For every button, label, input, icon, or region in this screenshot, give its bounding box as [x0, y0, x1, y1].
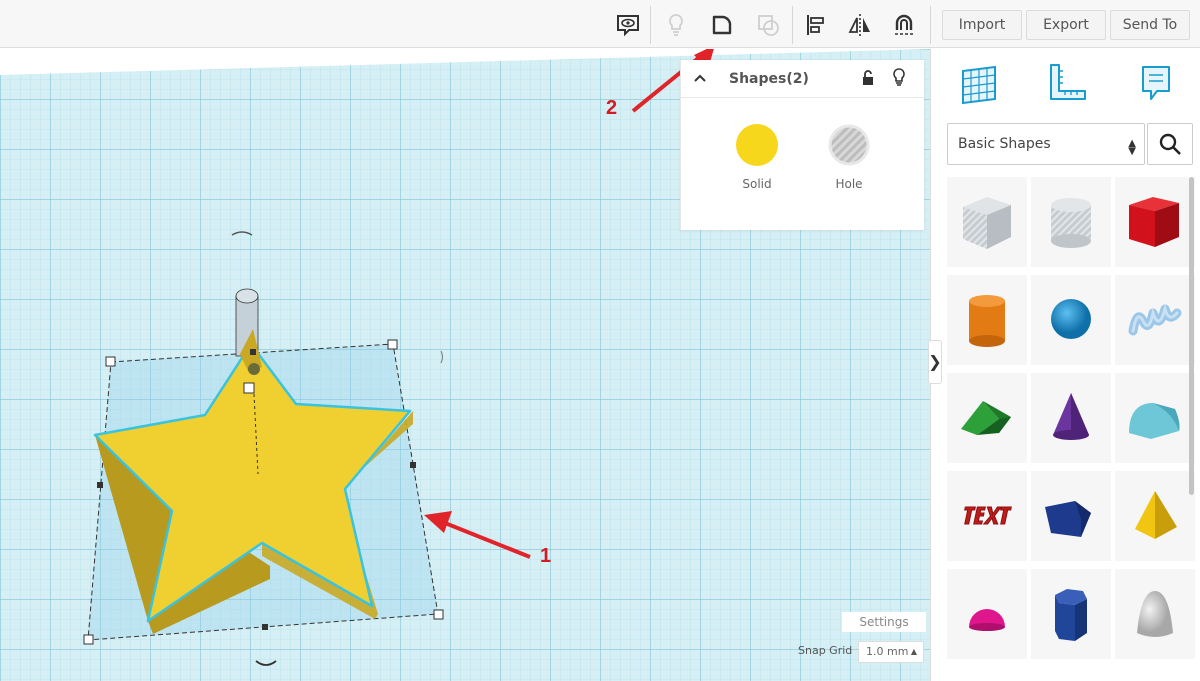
shape-roof[interactable] — [947, 373, 1027, 463]
shape-paraboloid[interactable] — [1115, 569, 1195, 659]
shape-text[interactable] — [947, 471, 1027, 561]
resize-handle-bottom-left[interactable] — [83, 634, 94, 645]
snap-grid-select[interactable]: 1.0 mm ▲ — [858, 641, 924, 663]
solid-label: Solid — [742, 177, 772, 191]
shape-cylinder-hole[interactable] — [1031, 177, 1111, 267]
shape-pyramid[interactable] — [1115, 471, 1195, 561]
solid-swatch[interactable] — [736, 124, 778, 166]
workplane-grid-icon[interactable] — [957, 61, 1003, 107]
hole-label: Hole — [835, 177, 863, 191]
shape-polygon[interactable] — [1031, 471, 1111, 561]
chevron-right-icon: ❯ — [928, 354, 942, 371]
note-eye-icon[interactable] — [608, 6, 648, 44]
shape-library-panel: Basic Shapes ▲ ▼ — [930, 49, 1200, 681]
resize-handle-right[interactable] — [410, 462, 416, 468]
shape-box[interactable] — [1115, 177, 1195, 267]
search-icon — [1159, 133, 1181, 155]
shape-sphere[interactable] — [1031, 275, 1111, 365]
shape-search-button[interactable] — [1147, 123, 1193, 165]
lightbulb-icon[interactable] — [891, 67, 907, 87]
shape-scribble[interactable] — [1115, 275, 1195, 365]
shape-cone[interactable] — [1031, 373, 1111, 463]
shape-category-value: Basic Shapes — [958, 136, 1051, 152]
shape-category-select[interactable]: Basic Shapes ▲ ▼ — [947, 123, 1145, 165]
snap-grid-value: 1.0 mm — [866, 645, 909, 658]
shape-half-sphere[interactable] — [947, 569, 1027, 659]
export-button[interactable]: Export — [1026, 10, 1106, 40]
annotation-label-1: 1 — [540, 545, 552, 567]
settings-button[interactable]: Settings — [842, 612, 926, 632]
send-to-button[interactable]: Send To — [1110, 10, 1190, 40]
shape-round-roof[interactable] — [1115, 373, 1195, 463]
resize-handle-bottom-right[interactable] — [433, 609, 444, 620]
top-toolbar: Import Export Send To — [0, 0, 1200, 48]
shape-box-hole[interactable] — [947, 177, 1027, 267]
annotation-label-2: 2 — [606, 97, 618, 119]
import-button[interactable]: Import — [942, 10, 1022, 40]
caret-up-icon: ▲ — [910, 647, 917, 656]
notes-icon[interactable] — [1133, 61, 1179, 107]
chevron-up-icon[interactable] — [693, 73, 707, 83]
shapes-inspector-panel: Shapes(2) Solid Hole — [680, 60, 924, 230]
collapse-panel-button[interactable]: ❯ — [928, 340, 942, 384]
lightbulb-icon[interactable] — [656, 6, 696, 44]
library-scrollbar[interactable] — [1189, 177, 1194, 495]
resize-handle-top-left[interactable] — [105, 356, 116, 367]
mirror-icon[interactable] — [840, 6, 880, 44]
lift-handle[interactable] — [250, 349, 256, 355]
resize-handle-top-right[interactable] — [387, 339, 398, 350]
ruler-icon[interactable] — [1045, 61, 1091, 107]
group-icon[interactable] — [702, 6, 742, 44]
cruise-magnet-icon[interactable] — [884, 6, 924, 44]
hole-swatch[interactable] — [828, 124, 870, 166]
shape-cylinder[interactable] — [947, 275, 1027, 365]
ungroup-icon[interactable] — [748, 6, 788, 44]
height-handle[interactable] — [243, 382, 255, 394]
shapes-panel-header: Shapes(2) — [681, 60, 924, 98]
resize-handle-left[interactable] — [97, 482, 103, 488]
snap-grid-label: Snap Grid — [798, 644, 853, 657]
shape-hexagonal-prism[interactable] — [1031, 569, 1111, 659]
align-icon[interactable] — [796, 6, 836, 44]
resize-handle-bottom[interactable] — [262, 624, 268, 630]
unlock-icon[interactable] — [861, 69, 875, 87]
shapes-panel-title: Shapes(2) — [729, 71, 809, 87]
